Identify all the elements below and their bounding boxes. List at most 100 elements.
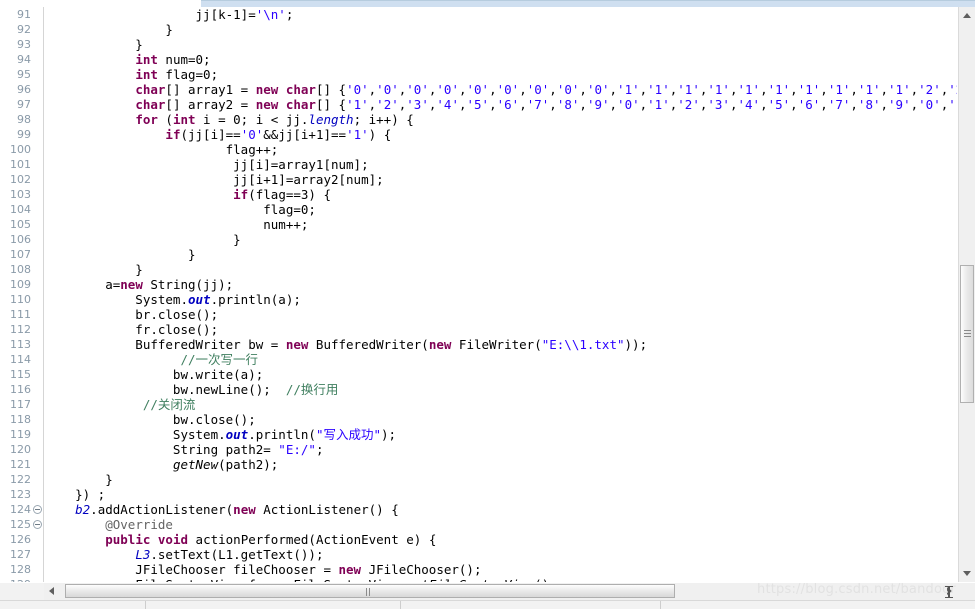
code-token: JFileChooser(); bbox=[361, 562, 482, 577]
code-line[interactable]: String path2= "E:/"; bbox=[45, 442, 957, 457]
code-line[interactable]: BufferedWriter bw = new BufferedWriter(n… bbox=[45, 337, 957, 352]
code-token: } bbox=[45, 37, 143, 52]
horizontal-scrollbar-thumb[interactable] bbox=[65, 584, 675, 609]
line-number-gutter[interactable]: 91 92 93 94 95 96 97 98 99 100 101 102 103 104 105 106 1… bbox=[0, 7, 44, 582]
code-line[interactable]: fr.close(); bbox=[45, 322, 957, 337]
code-line[interactable]: br.close(); bbox=[45, 307, 957, 322]
code-token: '1' bbox=[346, 97, 369, 112]
scroll-left-button[interactable] bbox=[44, 583, 61, 599]
fold-collapse-icon[interactable] bbox=[33, 520, 42, 529]
code-line[interactable]: for (int i = 0; i < jj.length; i++) { bbox=[45, 112, 957, 127]
code-token: )); bbox=[624, 337, 648, 352]
code-line[interactable]: } bbox=[45, 22, 957, 37]
code-token: "E:\\1.txt" bbox=[541, 337, 625, 352]
code-line[interactable]: } bbox=[45, 247, 957, 262]
code-line[interactable]: bw.write(a); bbox=[45, 367, 957, 382]
code-line[interactable]: if(jj[i]=='0'&&jj[i+1]=='1') { bbox=[45, 127, 957, 142]
code-line[interactable]: @Override bbox=[45, 517, 957, 532]
code-token: , bbox=[880, 97, 889, 112]
code-token: '2' bbox=[948, 82, 957, 97]
line-number: 101 bbox=[10, 158, 31, 171]
line-number: 114 bbox=[10, 353, 31, 366]
code-token: , bbox=[790, 82, 798, 97]
code-line[interactable]: jj[i]=array1[num]; bbox=[45, 157, 957, 172]
fold-collapse-icon[interactable] bbox=[33, 505, 42, 514]
code-line[interactable]: } bbox=[45, 37, 957, 52]
scroll-up-button[interactable] bbox=[959, 7, 975, 24]
line-number: 117 bbox=[10, 398, 31, 411]
line-number: 123 bbox=[10, 488, 31, 501]
code-token: int bbox=[135, 52, 158, 67]
code-line[interactable]: } bbox=[45, 472, 957, 487]
triangle-left-icon bbox=[49, 587, 54, 595]
code-token: , bbox=[760, 82, 768, 97]
code-line[interactable]: L3.setText(L1.getText()); bbox=[45, 547, 957, 562]
code-token: , bbox=[489, 82, 497, 97]
code-token: out bbox=[225, 427, 249, 442]
scrollbar-grip-icon bbox=[366, 588, 374, 609]
code-line[interactable]: } bbox=[45, 232, 957, 247]
line-number: 110 bbox=[10, 293, 31, 306]
scrollbar-corner-left bbox=[0, 583, 44, 600]
code-line[interactable]: jj[i+1]=array2[num]; bbox=[45, 172, 957, 187]
code-token: FileWriter( bbox=[451, 337, 542, 352]
code-token: JFileChooser fileChooser = bbox=[45, 562, 339, 577]
line-number: 95 bbox=[17, 68, 31, 81]
code-line[interactable]: } bbox=[45, 262, 957, 277]
code-line[interactable]: }) ; bbox=[45, 487, 957, 502]
code-line[interactable]: jj[k-1]='\n'; bbox=[45, 7, 957, 22]
code-line[interactable]: char[] array1 = new char[] {'0','0','0',… bbox=[45, 82, 957, 97]
line-number: 116 bbox=[10, 383, 31, 396]
code-token: out bbox=[188, 292, 211, 307]
line-number: 129 bbox=[0, 577, 43, 582]
code-line[interactable]: int num=0; bbox=[45, 52, 957, 67]
code-line[interactable]: getNew(path2); bbox=[45, 457, 957, 472]
code-token: br.close(); bbox=[45, 307, 219, 322]
code-line[interactable]: System.out.println("写入成功"); bbox=[45, 427, 957, 442]
code-token: '7' bbox=[827, 97, 851, 112]
code-line[interactable]: public void actionPerformed(ActionEvent … bbox=[45, 532, 957, 547]
code-token: (path2); bbox=[218, 457, 279, 472]
code-line[interactable]: System.out.println(a); bbox=[45, 292, 957, 307]
scroll-down-button[interactable] bbox=[959, 565, 975, 582]
code-token: .println( bbox=[248, 427, 316, 442]
code-line[interactable]: flag=0; bbox=[45, 202, 957, 217]
code-line[interactable]: num++; bbox=[45, 217, 957, 232]
code-line[interactable]: if(flag==3) { bbox=[45, 187, 957, 202]
code-token: ; i++) { bbox=[353, 112, 414, 127]
code-token: '9' bbox=[888, 97, 911, 112]
code-token: for bbox=[135, 112, 158, 127]
code-line[interactable]: b2.addActionListener(new ActionListener(… bbox=[45, 502, 957, 517]
code-line[interactable]: //关闭流 bbox=[45, 397, 957, 412]
code-token: if bbox=[233, 187, 249, 202]
code-token: (jj[i]== bbox=[180, 127, 241, 142]
code-line[interactable]: char[] array2 = new char[] {'1','2','3',… bbox=[45, 97, 957, 112]
code-text-area[interactable]: jj[k-1]='\n'; } } int num=0; int flag=0;… bbox=[45, 7, 957, 582]
code-token: int bbox=[135, 67, 158, 82]
panel-divider bbox=[400, 601, 401, 609]
code-token: '2' bbox=[918, 82, 941, 97]
code-token: FileSystemView fsv = FileSystemView. bbox=[45, 577, 406, 582]
code-token: flag=0; bbox=[157, 67, 219, 82]
vertical-scrollbar[interactable] bbox=[958, 7, 975, 582]
line-number: 124 bbox=[0, 502, 43, 517]
code-line[interactable]: bw.close(); bbox=[45, 412, 957, 427]
code-token: '8' bbox=[556, 97, 580, 112]
vertical-scrollbar-thumb[interactable] bbox=[960, 265, 974, 403]
code-line[interactable]: bw.newLine(); //换行用 bbox=[45, 382, 957, 397]
code-line[interactable]: flag++; bbox=[45, 142, 957, 157]
code-line[interactable]: a=new String(jj); bbox=[45, 277, 957, 292]
code-line[interactable]: //一次写一行 bbox=[45, 352, 957, 367]
code-token: .println(a); bbox=[210, 292, 301, 307]
code-token: '1' bbox=[827, 82, 851, 97]
code-token: , bbox=[519, 97, 527, 112]
code-token: '0' bbox=[918, 97, 941, 112]
code-line[interactable]: JFileChooser fileChooser = new JFileChoo… bbox=[45, 562, 957, 577]
code-token: }) ; bbox=[45, 487, 106, 502]
code-line[interactable]: int flag=0; bbox=[45, 67, 957, 82]
